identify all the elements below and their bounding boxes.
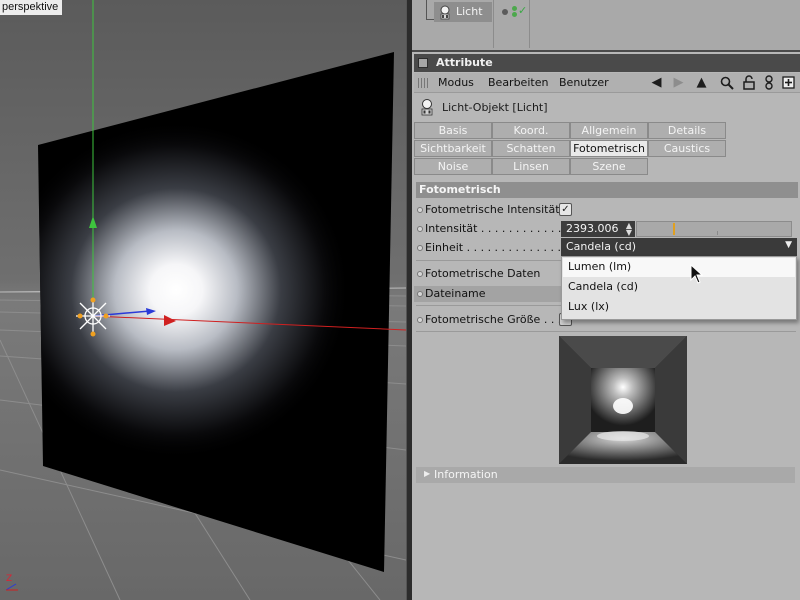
- object-cell: Licht: [420, 0, 494, 48]
- tab-caustics[interactable]: Caustics: [648, 140, 726, 157]
- param-intensitaet: Intensität . . . . . . . . . . . .: [416, 221, 561, 237]
- animation-dot-icon[interactable]: [417, 291, 423, 297]
- viewport-scene: [0, 0, 406, 600]
- tab-details[interactable]: Details: [648, 122, 726, 139]
- attribute-menubar: Modus Bearbeiten Benutzer ◀ ▶ ▲: [414, 73, 800, 93]
- object-manager: Licht ✓: [412, 0, 800, 52]
- param-fotometrische-intensitaet: Fotometrische Intensität: [416, 202, 616, 218]
- einheit-dropdown-list: Lumen (lm) Candela (cd) Lux (lx): [561, 256, 797, 320]
- 3d-viewport[interactable]: perspektive Z: [0, 0, 406, 600]
- animation-dot-icon[interactable]: [417, 207, 423, 213]
- tab-fotometrisch[interactable]: Fotometrisch: [570, 140, 648, 157]
- animation-dot-icon[interactable]: [417, 271, 423, 277]
- param-label: Dateiname: [425, 287, 486, 300]
- attribute-manager-title: Attribute: [436, 56, 493, 69]
- chevron-down-icon: ▼: [785, 240, 792, 250]
- object-row-licht[interactable]: Licht: [434, 2, 492, 22]
- intensitaet-input[interactable]: 2393.006 ▲ ▼: [561, 221, 635, 237]
- information-label: Information: [434, 468, 498, 481]
- attribute-manager-header: Attribute: [414, 54, 800, 72]
- link-icon[interactable]: [760, 74, 777, 91]
- param-dateiname: Dateiname: [416, 286, 561, 302]
- param-label: Fotometrische Daten: [425, 267, 541, 280]
- param-label: Intensität . . . . . . . . . . . .: [425, 222, 561, 235]
- animation-dot-icon[interactable]: [417, 226, 423, 232]
- light-glow: [38, 120, 351, 460]
- editor-visibility-dot-icon[interactable]: [512, 6, 517, 11]
- dropdown-option-candela[interactable]: Candela (cd): [563, 278, 795, 297]
- viewport-label[interactable]: perspektive: [0, 0, 63, 15]
- object-title: Licht-Objekt [Licht]: [442, 101, 548, 114]
- object-flags: ✓: [494, 0, 530, 48]
- param-label: Einheit . . . . . . . . . . . . . .: [425, 241, 561, 254]
- axis-z-label: Z: [6, 574, 13, 584]
- render-visibility-dot-icon[interactable]: [512, 12, 517, 17]
- slider-tick: [717, 231, 718, 235]
- forward-arrow-icon[interactable]: ▶: [670, 74, 687, 91]
- chevron-right-icon: ▶: [424, 469, 431, 478]
- param-fotometrische-daten: Fotometrische Daten: [416, 266, 561, 282]
- dropdown-option-lux[interactable]: Lux (lx): [563, 298, 795, 317]
- object-name: Licht: [456, 5, 483, 18]
- param-label: Fotometrische Intensität: [425, 203, 560, 216]
- lock-icon[interactable]: [740, 74, 757, 91]
- intensitaet-slider[interactable]: [636, 221, 792, 237]
- tab-basis[interactable]: Basis: [414, 122, 492, 139]
- intensitaet-value: 2393.006: [566, 222, 619, 235]
- tab-szene[interactable]: Szene: [570, 158, 648, 175]
- tab-linsen[interactable]: Linsen: [492, 158, 570, 175]
- panel-menu-icon[interactable]: [418, 58, 428, 68]
- light-object-icon: [440, 5, 450, 20]
- new-window-icon[interactable]: [780, 74, 797, 91]
- tab-noise[interactable]: Noise: [414, 158, 492, 175]
- photometric-preview-image: [559, 336, 687, 464]
- menu-benutzer[interactable]: Benutzer: [559, 76, 609, 89]
- tab-schatten[interactable]: Schatten: [492, 140, 570, 157]
- grip-icon[interactable]: [418, 78, 428, 88]
- object-title-row: Licht-Objekt [Licht]: [414, 98, 800, 116]
- fotometrische-intensitaet-checkbox[interactable]: ✓: [559, 203, 572, 216]
- section-header-fotometrisch[interactable]: Fotometrisch: [416, 182, 798, 198]
- menu-modus[interactable]: Modus: [438, 76, 474, 89]
- spinner-arrows-icon[interactable]: ▲ ▼: [626, 222, 632, 237]
- divider: [416, 331, 796, 332]
- enabled-check-icon[interactable]: ✓: [518, 4, 527, 17]
- search-icon[interactable]: [718, 74, 735, 91]
- dropdown-option-lumen[interactable]: Lumen (lm): [563, 258, 795, 277]
- light-object-icon: [421, 99, 433, 116]
- param-einheit: Einheit . . . . . . . . . . . . . .: [416, 240, 561, 256]
- param-fotometrische-groesse: Fotometrische Größe . . .: [416, 312, 561, 328]
- up-arrow-icon[interactable]: ▲: [693, 74, 710, 91]
- tab-koord[interactable]: Koord.: [492, 122, 570, 139]
- animation-dot-icon[interactable]: [417, 245, 423, 251]
- mouse-cursor-icon: [690, 264, 704, 284]
- tab-allgemein[interactable]: Allgemein: [570, 122, 648, 139]
- einheit-select[interactable]: Candela (cd) ▼: [561, 238, 797, 256]
- tab-sichtbarkeit[interactable]: Sichtbarkeit: [414, 140, 492, 157]
- menu-bearbeiten[interactable]: Bearbeiten: [488, 76, 548, 89]
- information-section[interactable]: ▶ Information: [416, 467, 795, 483]
- slider-thumb[interactable]: [673, 223, 675, 235]
- animation-dot-icon[interactable]: [417, 317, 423, 323]
- layer-dot-icon[interactable]: [502, 9, 508, 15]
- param-label: Fotometrische Größe . . .: [425, 313, 562, 326]
- back-arrow-icon[interactable]: ◀: [648, 74, 665, 91]
- einheit-value: Candela (cd): [566, 240, 637, 253]
